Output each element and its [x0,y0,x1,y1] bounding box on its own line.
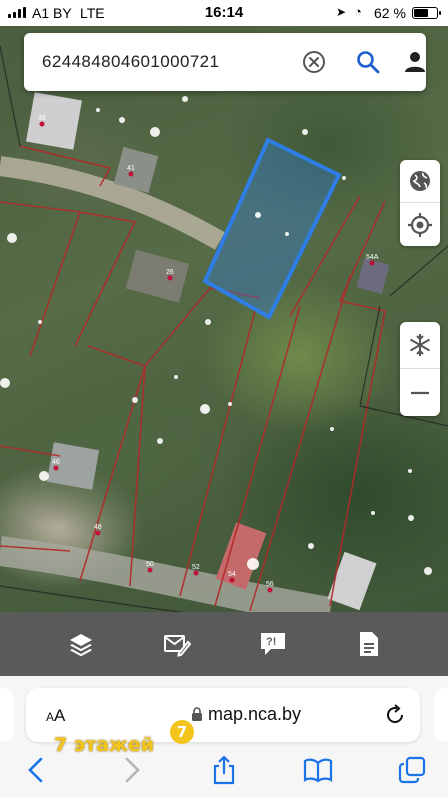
watermark-text: 7 этажей [54,734,155,756]
svg-text:54А: 54А [366,254,379,261]
svg-text:?!: ?! [266,636,276,648]
next-tab-preview[interactable] [434,688,448,742]
building [26,92,82,150]
bookmarks-icon[interactable] [303,755,333,785]
svg-text:52: 52 [192,564,200,571]
clear-icon[interactable] [302,50,326,74]
map-view-controls [400,322,440,416]
search-input[interactable]: 624484804601000721 [42,52,219,72]
selected-parcel[interactable] [202,137,342,320]
building [125,249,190,303]
lock-icon [191,707,203,727]
document-icon[interactable] [355,630,383,658]
share-icon[interactable] [209,755,239,785]
map-toolbar: ?! [0,612,448,676]
report-issue-icon[interactable]: ?! [259,630,287,658]
map-overlay: 39 41 26 54А 46 48 50 52 54 56 [0,45,448,612]
text-size-button[interactable]: AA [46,706,65,726]
battery-percent: 62 % [374,5,406,21]
map-layer-controls [400,160,440,246]
feedback-edit-icon[interactable] [163,630,191,658]
svg-text:46: 46 [52,459,60,466]
tabs-icon[interactable] [397,755,427,785]
svg-text:50: 50 [146,561,154,568]
zoom-out-icon[interactable] [400,369,440,416]
search-bar: 624484804601000721 [24,33,426,91]
road [0,156,225,250]
snowflake-icon[interactable] [400,322,440,369]
svg-text:26: 26 [166,269,174,276]
user-icon[interactable] [402,49,428,75]
svg-text:48: 48 [94,524,102,531]
previous-tab-preview[interactable] [0,688,14,742]
battery-icon [412,7,441,19]
address-marker: 48 [94,524,102,536]
globe-icon[interactable] [400,160,440,203]
forward-icon[interactable] [117,755,147,785]
layers-icon[interactable] [67,630,95,658]
url-text[interactable]: map.nca.by [208,704,301,725]
reload-icon[interactable] [383,703,407,727]
satellite-map[interactable]: 39 41 26 54А 46 48 50 52 54 56 [0,26,448,612]
back-icon[interactable] [21,755,51,785]
svg-text:54: 54 [228,571,236,578]
svg-text:39: 39 [38,115,46,122]
status-bar: A1 BY LTE 16:14 ➤ ◔ 62 % [0,0,448,26]
search-icon[interactable] [355,49,381,75]
road [0,536,333,612]
svg-text:56: 56 [266,581,274,588]
locate-icon[interactable] [400,203,440,246]
location-arrow-icon: ➤ [336,5,347,19]
svg-text:41: 41 [127,165,135,172]
alarm-icon: ◔ [354,4,362,19]
watermark-badge: 7 [170,720,194,744]
